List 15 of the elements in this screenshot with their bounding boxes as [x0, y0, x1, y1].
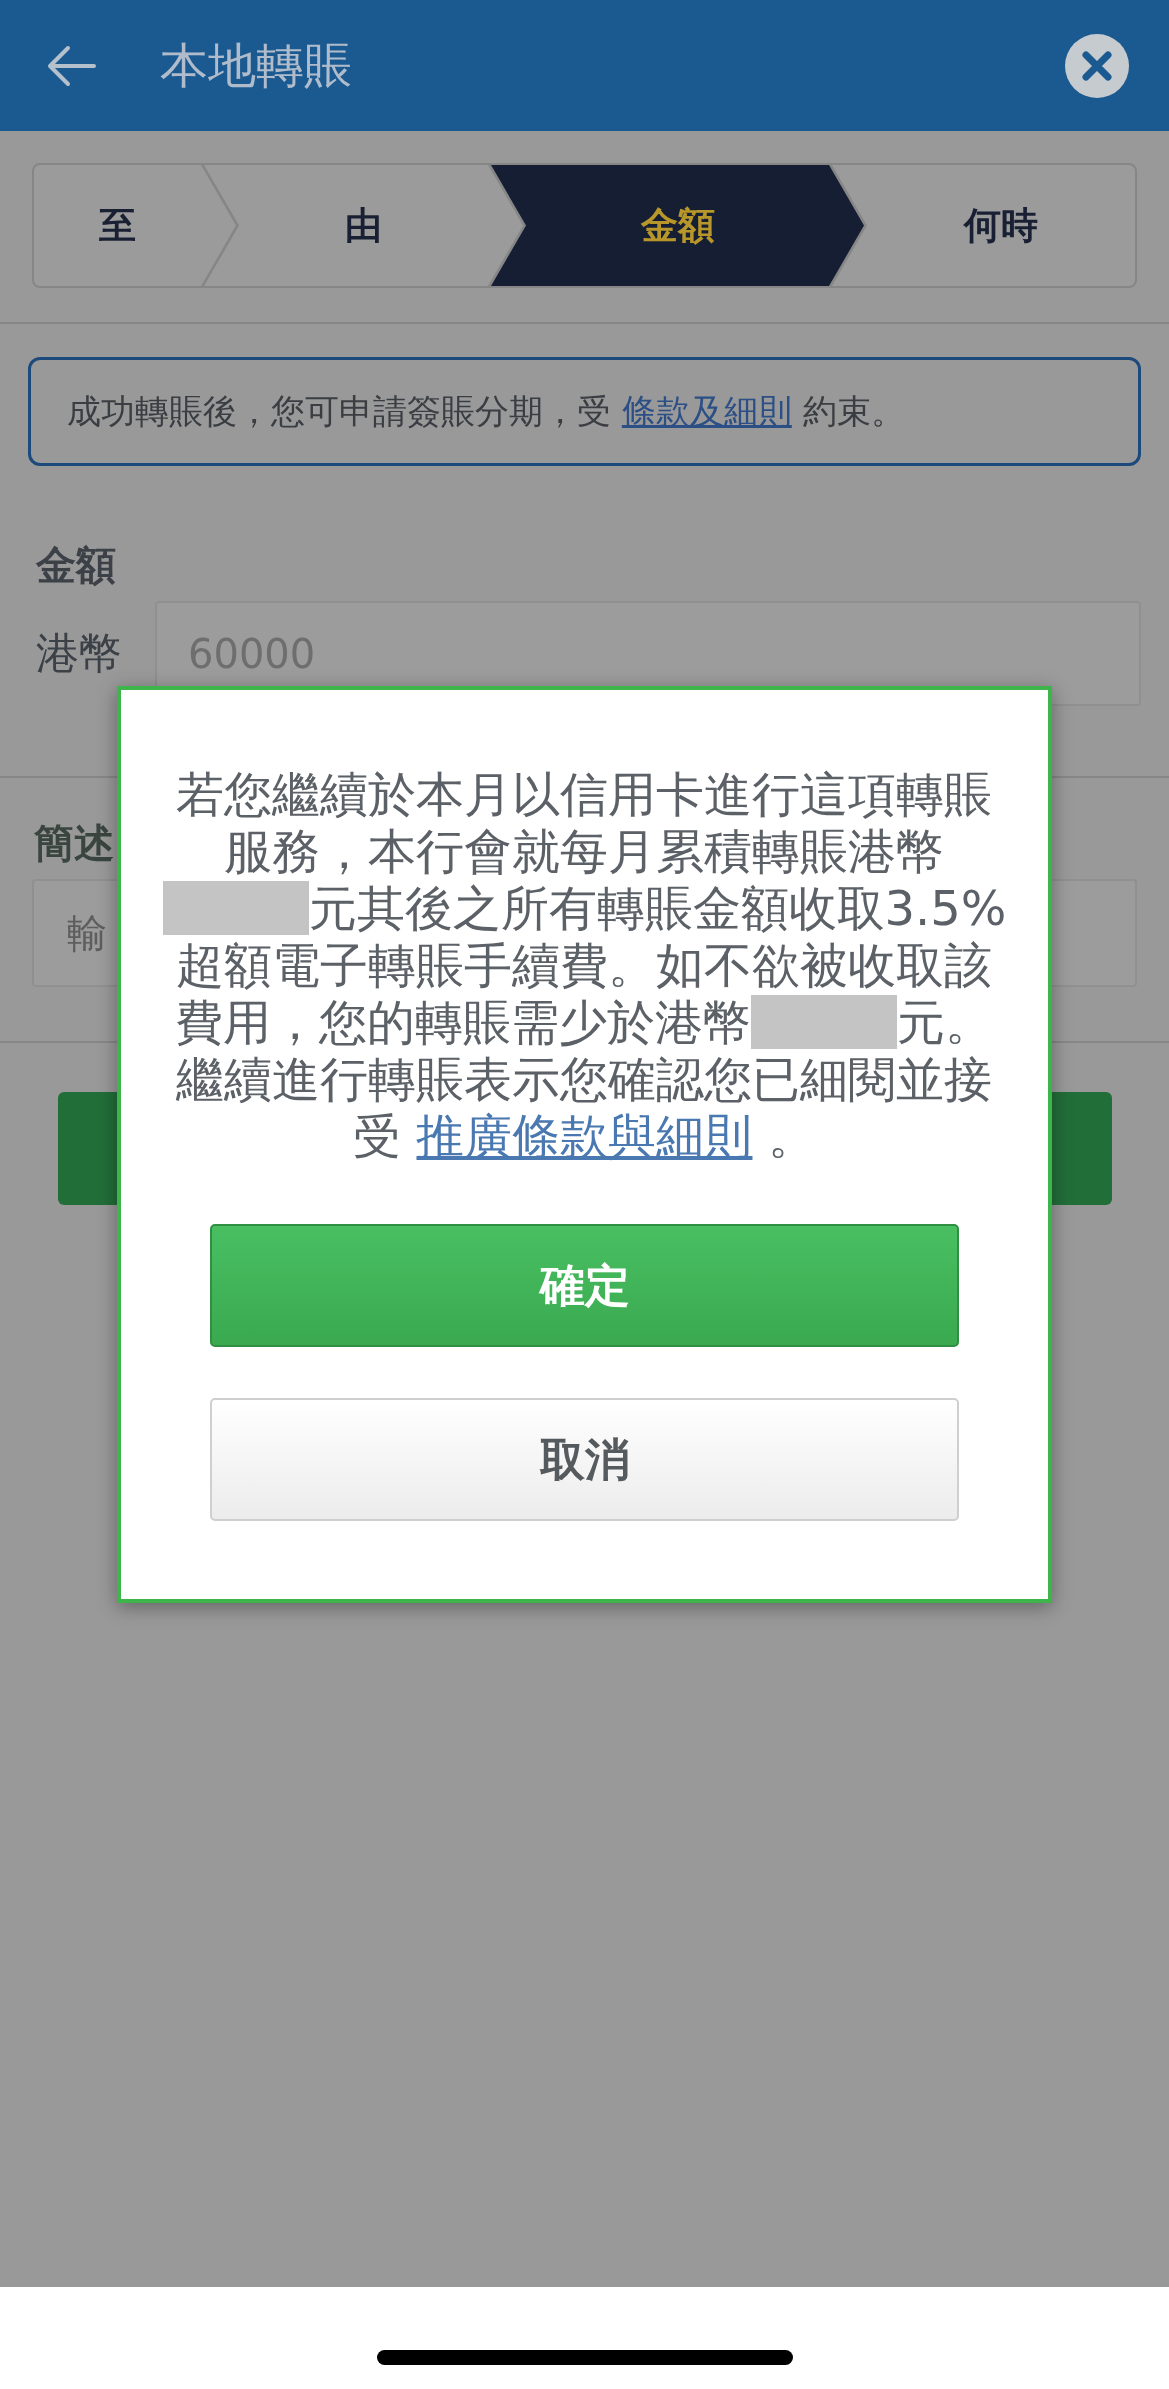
terms-link[interactable]: 條款及細則 [621, 390, 792, 431]
confirm-button[interactable]: 確定 [210, 1224, 959, 1347]
currency-label: 港幣 [35, 626, 123, 680]
amount-label: 金額 [36, 543, 116, 587]
notice-text: 成功轉賬後，您可申請簽賬分期，受 條款及細則 約束。 [67, 389, 905, 433]
step-item: 至 [34, 165, 236, 286]
step-item: 何時 [832, 165, 1135, 286]
screen-title: 本地轉賬 [160, 35, 353, 95]
description-label: 簡述 [34, 821, 114, 865]
promotion-terms-link[interactable]: 推廣條款與細則 [416, 1108, 753, 1164]
step-item: 金額 [491, 165, 864, 286]
fee-warning-text: 若您繼續於本月以信用卡進行這項轉賬 服務，本行會就每月累積轉賬港幣 元其後之所有轉賬金額收取3.5% 超額電子轉賬手續費。如不欲被收取該 費用，您的轉賬需少於港幣 元。 繼續進行轉賬表示您確認您已細閱並接 受 推廣條款與細則 。 [162, 766, 1007, 1165]
back-arrow-icon[interactable] [46, 44, 96, 87]
cancel-button[interactable]: 取消 [210, 1398, 959, 1521]
close-icon[interactable] [1065, 33, 1129, 98]
